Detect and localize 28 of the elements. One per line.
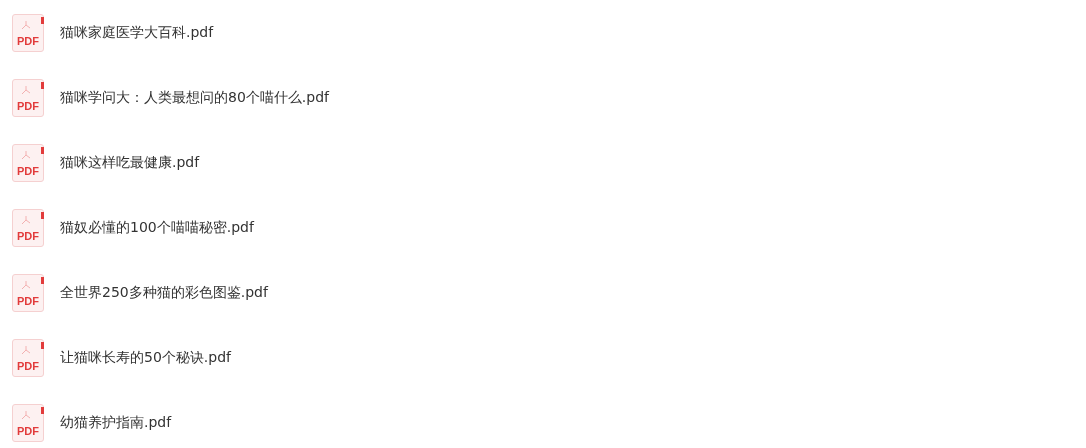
pdf-label: PDF (17, 36, 39, 49)
corner-icon (41, 342, 44, 349)
pdf-label: PDF (17, 361, 39, 374)
corner-icon (41, 147, 44, 154)
corner-icon (41, 82, 44, 89)
pdf-label: PDF (17, 296, 39, 309)
file-name[interactable]: 猫咪学问大：人类最想问的80个喵什么.pdf (60, 89, 329, 107)
acrobat-icon (21, 215, 31, 225)
pdf-label: PDF (17, 426, 39, 439)
file-name[interactable]: 幼猫养护指南.pdf (60, 414, 172, 432)
corner-icon (41, 407, 44, 414)
file-name[interactable]: 让猫咪长寿的50个秘诀.pdf (60, 349, 231, 367)
corner-icon (41, 277, 44, 284)
acrobat-icon (21, 345, 31, 355)
acrobat-icon (21, 150, 31, 160)
file-name[interactable]: 猫咪这样吃最健康.pdf (60, 154, 200, 172)
file-name[interactable]: 猫奴必懂的100个喵喵秘密.pdf (60, 219, 254, 237)
pdf-label: PDF (17, 231, 39, 244)
pdf-label: PDF (17, 101, 39, 114)
acrobat-icon (21, 85, 31, 95)
acrobat-icon (21, 280, 31, 290)
acrobat-icon (21, 410, 31, 420)
acrobat-icon (21, 20, 31, 30)
file-name[interactable]: 全世界250多种猫的彩色图鉴.pdf (60, 284, 268, 302)
corner-icon (41, 17, 44, 24)
pdf-label: PDF (17, 166, 39, 179)
file-name[interactable]: 猫咪家庭医学大百科.pdf (60, 24, 214, 42)
corner-icon (41, 212, 44, 219)
